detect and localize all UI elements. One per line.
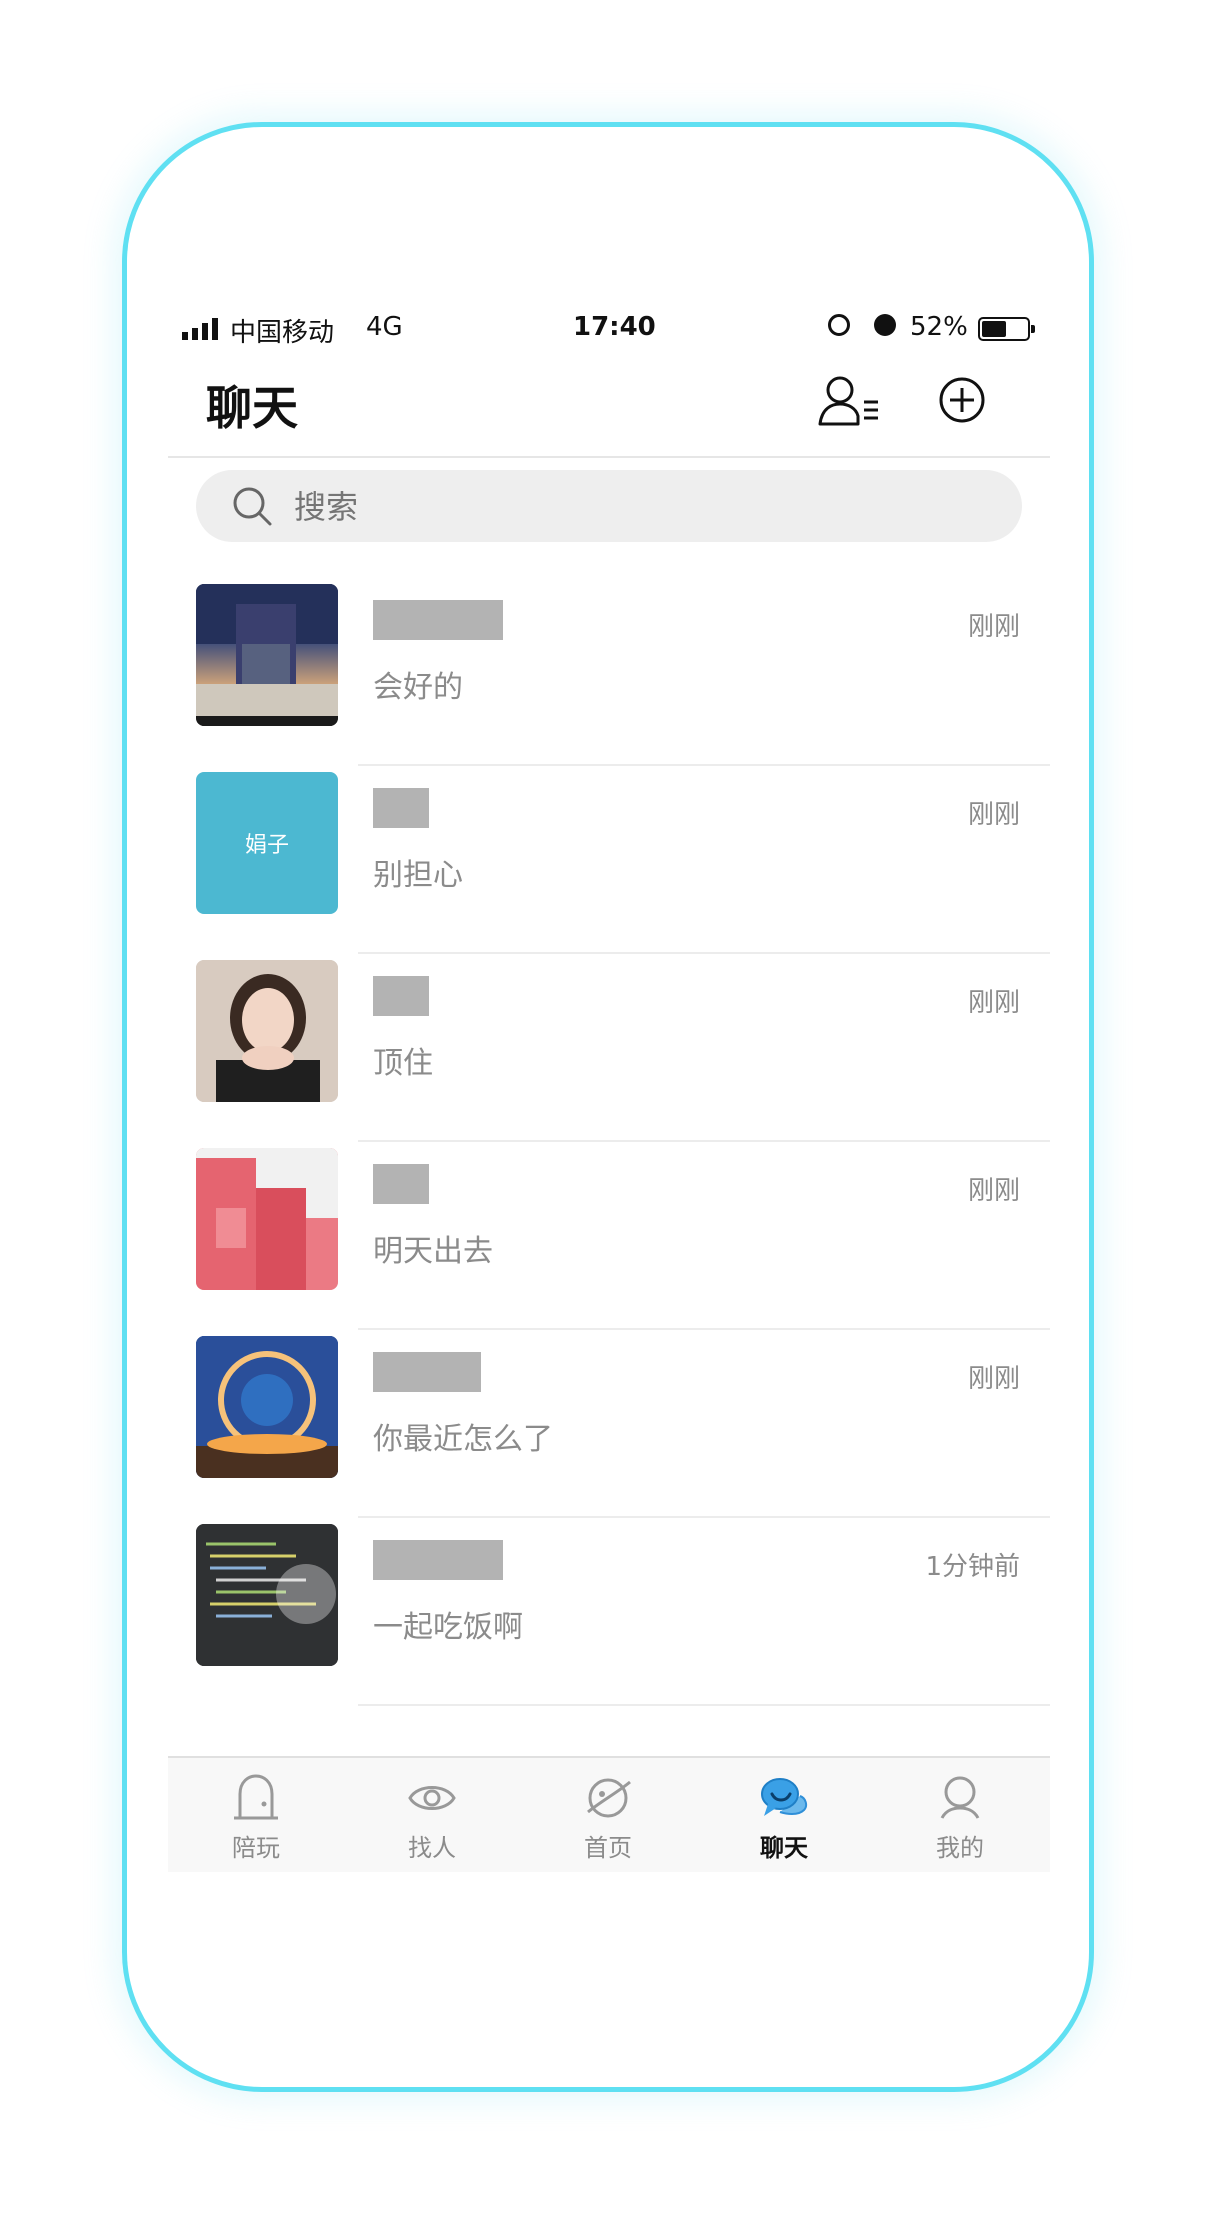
- tab-bar: 陪玩 找人 首页 聊天 我的: [168, 1756, 1050, 1872]
- search-bar[interactable]: [196, 470, 1022, 542]
- avatar-image: [196, 1148, 338, 1290]
- chat-item[interactable]: 一起吃饭啊 1分钟前: [168, 1518, 1050, 1706]
- contacts-list-icon: [818, 376, 878, 426]
- avatar-image: [196, 1336, 338, 1478]
- carrier-label: 中国移动: [230, 318, 335, 348]
- chat-item[interactable]: 娟子 别担心 刚刚: [168, 766, 1050, 954]
- avatar: [196, 584, 338, 726]
- chat-name-redacted: [373, 600, 503, 640]
- chat-bubble-icon: [761, 1778, 808, 1816]
- chat-message-preview: 你最近怎么了: [373, 1422, 553, 1457]
- chat-timestamp: 刚刚: [967, 1176, 1020, 1206]
- planet-icon: [587, 1778, 631, 1818]
- chat-message-preview: 明天出去: [373, 1234, 493, 1269]
- tab-label: 找人: [408, 1834, 456, 1862]
- clock: 17:40: [573, 312, 656, 342]
- door-icon: [234, 1774, 278, 1820]
- chat-message-preview: 会好的: [373, 670, 463, 705]
- add-button[interactable]: [938, 376, 986, 424]
- tab-chat[interactable]: 聊天: [696, 1758, 872, 1872]
- chat-timestamp: 刚刚: [967, 612, 1020, 642]
- avatar-image: [196, 1524, 338, 1666]
- chat-timestamp: 刚刚: [967, 988, 1020, 1018]
- person-icon: [940, 1776, 980, 1819]
- chat-name-redacted: [373, 1352, 481, 1392]
- eye-icon: [408, 1786, 456, 1810]
- avatar: [196, 960, 338, 1102]
- tab-label: 聊天: [760, 1834, 808, 1862]
- tab-label: 陪玩: [232, 1834, 280, 1862]
- chat-message-preview: 一起吃饭啊: [373, 1610, 523, 1645]
- alarm-icon: [874, 314, 896, 336]
- chat-timestamp: 刚刚: [967, 1364, 1020, 1394]
- app-header: 聊天: [168, 354, 1050, 458]
- app-screen: 中国移动 4G 17:40 52% 聊天 搜索 会好的 刚刚 娟子 别担心 刚刚…: [168, 304, 1050, 1872]
- tab-accompany[interactable]: 陪玩: [168, 1758, 344, 1872]
- chat-timestamp: 1分钟前: [925, 1552, 1020, 1582]
- page-title: 聊天: [206, 381, 298, 435]
- tab-find-people[interactable]: 找人: [344, 1758, 520, 1872]
- status-bar: 中国移动 4G 17:40 52%: [168, 304, 1050, 354]
- chat-list: 会好的 刚刚 娟子 别担心 刚刚 顶住 刚刚 明天出去 刚刚 你最近怎么了 刚刚…: [168, 578, 1050, 1706]
- avatar: [196, 1336, 338, 1478]
- orientation-lock-icon: [828, 314, 850, 336]
- chat-timestamp: 刚刚: [967, 800, 1020, 830]
- chat-name-redacted: [373, 1540, 503, 1580]
- tab-label: 首页: [584, 1834, 632, 1862]
- tab-home[interactable]: 首页: [520, 1758, 696, 1872]
- battery-icon: [978, 317, 1035, 341]
- network-label: 4G: [366, 312, 403, 342]
- chat-item[interactable]: 顶住 刚刚: [168, 954, 1050, 1142]
- chat-item[interactable]: 你最近怎么了 刚刚: [168, 1330, 1050, 1518]
- signal-icon: [182, 318, 218, 340]
- tab-me[interactable]: 我的: [872, 1758, 1048, 1872]
- chat-name-redacted: [373, 976, 429, 1016]
- chat-message-preview: 顶住: [373, 1046, 433, 1081]
- chat-name-redacted: [373, 788, 429, 828]
- chat-message-preview: 别担心: [373, 858, 463, 893]
- chat-name-redacted: [373, 1164, 429, 1204]
- search-input[interactable]: [292, 484, 976, 530]
- avatar: [196, 1148, 338, 1290]
- divider: [358, 1704, 1050, 1706]
- chat-item[interactable]: 明天出去 刚刚: [168, 1142, 1050, 1330]
- avatar-image: [196, 584, 338, 726]
- avatar: 娟子: [196, 772, 338, 914]
- avatar-image: [196, 960, 338, 1102]
- avatar: [196, 1524, 338, 1666]
- chat-item[interactable]: 会好的 刚刚: [168, 578, 1050, 766]
- contacts-list-button[interactable]: [816, 372, 882, 432]
- tab-label: 我的: [936, 1834, 984, 1862]
- battery-percent: 52%: [910, 312, 968, 342]
- search-icon: [233, 487, 272, 526]
- plus-circle-icon: [939, 377, 985, 423]
- avatar-initials: 娟子: [244, 833, 289, 858]
